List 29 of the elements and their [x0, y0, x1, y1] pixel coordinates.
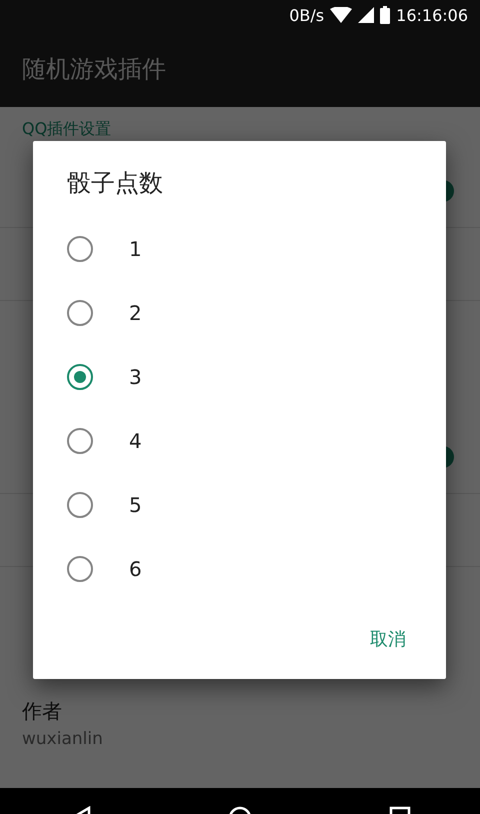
option-label: 4 — [129, 429, 142, 453]
signal-icon — [358, 7, 374, 23]
network-speed: 0B/s — [289, 6, 324, 24]
setting-summary: wuxianlin — [22, 728, 103, 748]
radio-option[interactable]: 2 — [33, 281, 446, 345]
wifi-icon — [330, 7, 352, 23]
section-header: QQ插件设置 — [21, 118, 112, 140]
dialog-title: 骰子点数 — [67, 168, 163, 199]
option-label: 1 — [129, 237, 142, 261]
option-label: 3 — [129, 365, 142, 389]
radio-option[interactable]: 5 — [33, 473, 446, 537]
radio-button[interactable] — [67, 428, 93, 454]
option-label: 2 — [129, 301, 142, 325]
radio-option[interactable]: 4 — [33, 409, 446, 473]
cancel-button[interactable]: 取消 — [354, 617, 422, 661]
radio-option[interactable]: 6 — [33, 537, 446, 601]
clock: 16:16:06 — [396, 6, 468, 24]
radio-button[interactable] — [67, 492, 93, 518]
option-label: 6 — [129, 557, 142, 581]
radio-button[interactable] — [67, 236, 93, 262]
radio-button[interactable] — [67, 556, 93, 582]
radio-option[interactable]: 1 — [33, 217, 446, 281]
app-title: 随机游戏插件 — [22, 54, 166, 84]
setting-title: 作者 — [22, 698, 63, 724]
radio-option[interactable]: 3 — [33, 345, 446, 409]
radio-button[interactable] — [67, 364, 93, 390]
radio-button[interactable] — [67, 300, 93, 326]
battery-icon — [380, 6, 390, 24]
option-label: 5 — [129, 493, 142, 517]
